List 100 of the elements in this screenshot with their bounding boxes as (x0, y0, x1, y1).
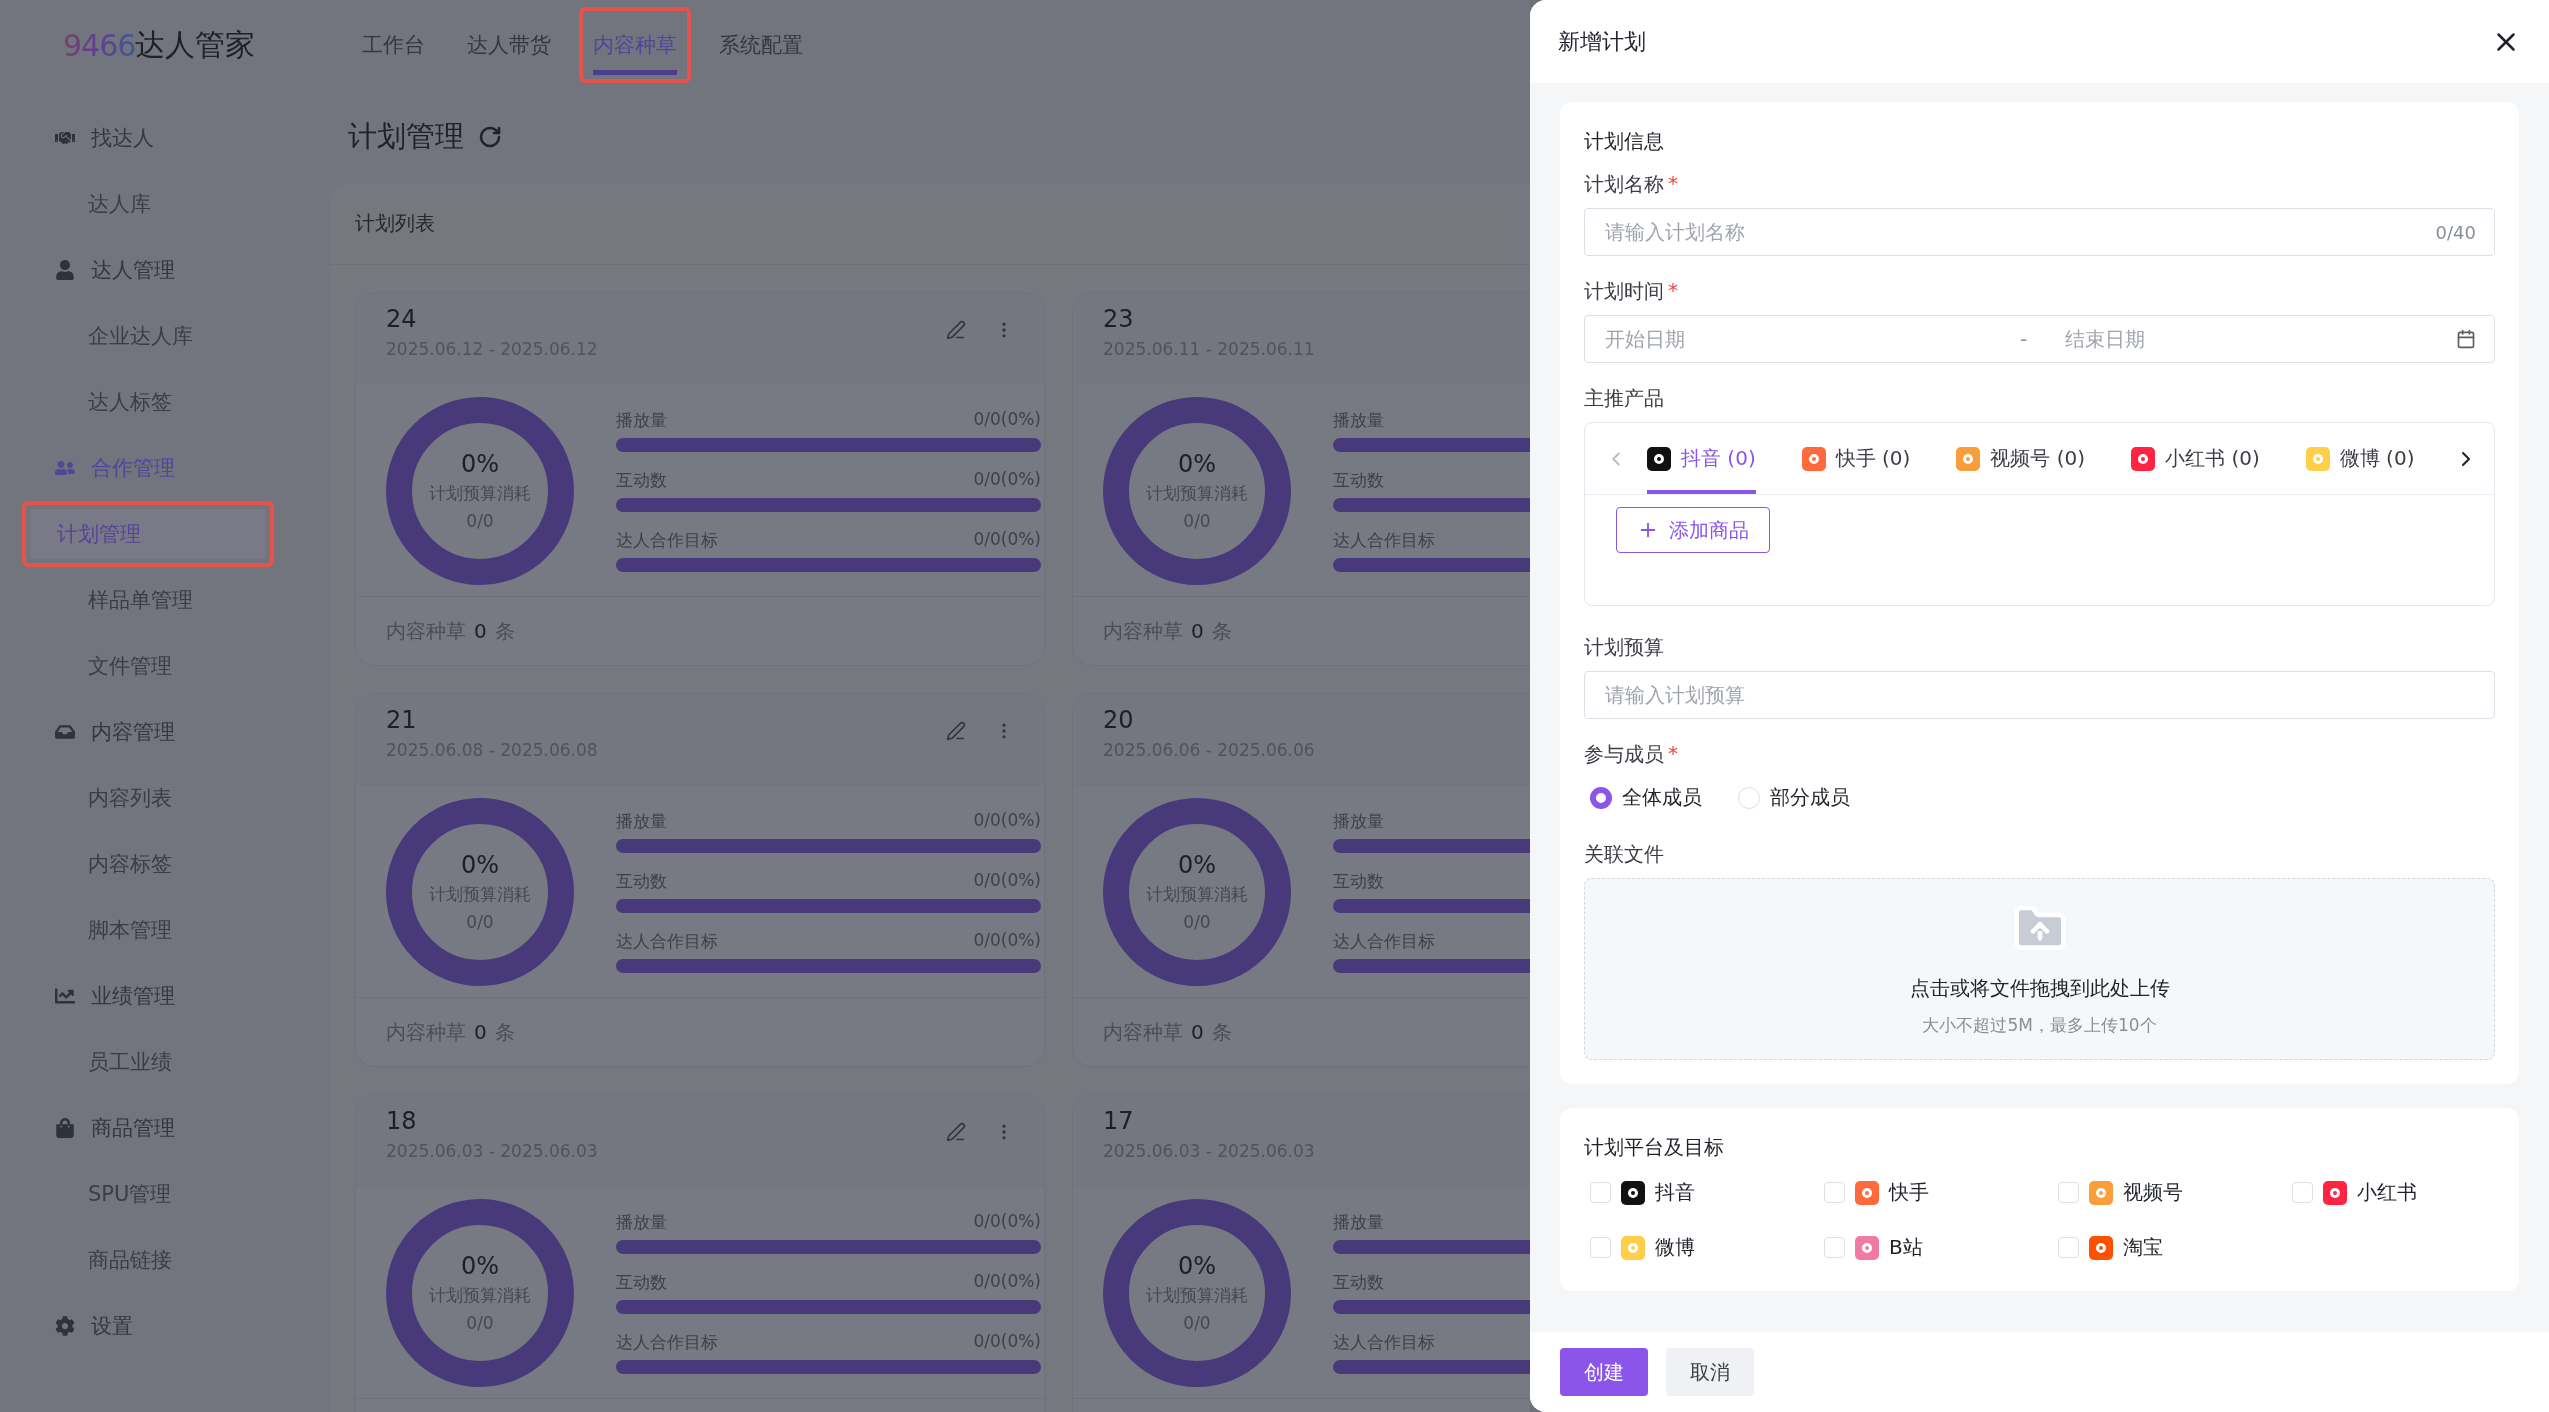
date-range-field[interactable]: 开始日期 - 结束日期 (1584, 315, 2495, 363)
checkbox-label: 快手 (1889, 1179, 1929, 1206)
checkbox-label: 抖音 (1655, 1179, 1695, 1206)
platform-tab[interactable]: 抖音 (0) (1647, 423, 1756, 494)
plan-name: 21 (386, 706, 418, 734)
create-button[interactable]: 创建 (1560, 1348, 1648, 1396)
checkbox[interactable] (1824, 1237, 1845, 1258)
plan-name: 23 (1103, 305, 1135, 333)
metric-label: 播放量 (1333, 1211, 1384, 1234)
radio-button[interactable] (1590, 786, 1612, 809)
metric-value: 0/0(0%) (973, 1331, 1041, 1353)
metric-label: 播放量 (616, 1211, 667, 1234)
budget-input[interactable]: 请输入计划预算 (1603, 682, 2476, 708)
metric-label: 播放量 (1333, 810, 1384, 833)
metric-label: 互动数 (1333, 469, 1384, 492)
end-date-input[interactable]: 结束日期 (2063, 326, 2444, 352)
checkbox[interactable] (2058, 1237, 2079, 1258)
sidebar-item[interactable]: 内容标签 (30, 831, 320, 897)
sidebar-group[interactable]: 商品管理 (91, 1114, 175, 1142)
metric-label: 互动数 (1333, 1271, 1384, 1294)
metric-label: 互动数 (616, 1271, 667, 1294)
sidebar-item[interactable]: SPU管理 (30, 1161, 320, 1227)
content-count: 0 (474, 1020, 487, 1044)
sidebar-item[interactable]: 脚本管理 (30, 897, 320, 963)
menu-group-icon (55, 986, 75, 1006)
sidebar-group[interactable]: 业绩管理 (91, 982, 175, 1010)
start-date-input[interactable]: 开始日期 (1603, 326, 1984, 352)
menu-group-icon (55, 1316, 75, 1336)
field-label: 计划名称 (1584, 171, 1664, 198)
checkbox[interactable] (1590, 1237, 1611, 1258)
donut-percent: 0% (1177, 851, 1217, 879)
metric-label: 互动数 (1333, 870, 1384, 893)
content-count: 0 (1191, 1020, 1204, 1044)
upload-limit: 大小不超过5M，最多上传10个 (1922, 1014, 2157, 1037)
platform-tab[interactable]: 小红书 (0) (2131, 423, 2260, 494)
sidebar-item[interactable]: 商品链接 (30, 1227, 320, 1293)
refresh-icon[interactable] (478, 124, 502, 149)
metric-label: 播放量 (616, 409, 667, 432)
menu-group-icon (55, 722, 75, 742)
sidebar-group[interactable]: 内容管理 (91, 718, 175, 746)
checkbox[interactable] (1590, 1182, 1611, 1203)
menu-group-icon (55, 1118, 75, 1138)
sidebar-group[interactable]: 设置 (91, 1312, 133, 1340)
add-product-button[interactable]: 添加商品 (1616, 507, 1770, 553)
platform-tab[interactable]: 快手 (0) (1801, 423, 1911, 494)
section-heading: 计划平台及目标 (1584, 1134, 1725, 1161)
content-count: 0 (474, 619, 487, 643)
nav-tab[interactable]: 达人带货 (467, 15, 551, 75)
metric-value: 0/0(0%) (973, 870, 1041, 892)
metric-label: 播放量 (616, 810, 667, 833)
checkbox[interactable] (2058, 1182, 2079, 1203)
sidebar-item[interactable]: 员工业绩 (30, 1029, 320, 1095)
platform-tab[interactable]: 视频号 (0) (1956, 423, 2086, 494)
upload-hint: 点击或将文件拖拽到此处上传 (1909, 975, 2170, 1002)
name-input[interactable]: 请输入计划名称 (1603, 219, 2424, 245)
sidebar-group[interactable]: 找达人 (91, 124, 154, 152)
metric-value: 0/0(0%) (973, 1211, 1041, 1233)
edit-icon[interactable] (946, 1122, 966, 1142)
required-mark: * (1668, 171, 1678, 197)
name-field[interactable]: 请输入计划名称 0/40 (1584, 208, 2495, 256)
menu-group-icon (55, 458, 75, 478)
budget-field[interactable]: 请输入计划预算 (1584, 671, 2495, 719)
edit-icon[interactable] (946, 320, 966, 340)
checkbox[interactable] (1824, 1182, 1845, 1203)
nav-tab[interactable]: 系统配置 (719, 15, 803, 75)
field-label: 关联文件 (1584, 841, 1664, 868)
checkbox-label: 视频号 (2123, 1179, 2183, 1206)
donut-percent: 0% (1177, 1252, 1217, 1280)
plan-name: 17 (1103, 1107, 1135, 1135)
checkbox-label: 小红书 (2357, 1179, 2417, 1206)
sidebar-item[interactable]: 达人标签 (30, 369, 320, 435)
donut-percent: 0% (460, 450, 500, 478)
checkbox[interactable] (2292, 1182, 2313, 1203)
nav-tab[interactable]: 工作台 (362, 15, 425, 75)
char-counter: 0/40 (2435, 221, 2476, 243)
metric-value: 0/0(0%) (973, 810, 1041, 832)
edit-icon[interactable] (946, 721, 966, 741)
platform-tab[interactable]: 微博 (0) (2305, 423, 2415, 494)
sidebar-item[interactable]: 企业达人库 (30, 303, 320, 369)
cancel-button[interactable]: 取消 (1666, 1348, 1754, 1396)
metric-value: 0/0(0%) (973, 409, 1041, 431)
required-mark: * (1668, 741, 1678, 767)
donut-percent: 0% (460, 1252, 500, 1280)
sidebar-group[interactable]: 达人管理 (91, 256, 175, 284)
sidebar-item[interactable]: 文件管理 (30, 633, 320, 699)
sidebar-item[interactable]: 样品单管理 (30, 567, 320, 633)
plan-name: 18 (386, 1107, 418, 1135)
upload-dropzone[interactable]: 点击或将文件拖拽到此处上传 大小不超过5M，最多上传10个 (1584, 878, 2495, 1060)
metric-value: 0/0(0%) (973, 1271, 1041, 1293)
sidebar-item[interactable]: 内容列表 (30, 765, 320, 831)
metric-label: 互动数 (616, 469, 667, 492)
panel-title: 计划列表 (330, 183, 1530, 265)
checkbox-label: 淘宝 (2123, 1234, 2163, 1261)
metric-value: 0/0(0%) (973, 930, 1041, 952)
plan-name: 24 (386, 305, 418, 333)
required-mark: * (1668, 278, 1678, 304)
sidebar-item[interactable]: 达人库 (30, 171, 320, 237)
donut-percent: 0% (460, 851, 500, 879)
menu-group-icon (55, 260, 75, 280)
metric-label: 播放量 (1333, 409, 1384, 432)
